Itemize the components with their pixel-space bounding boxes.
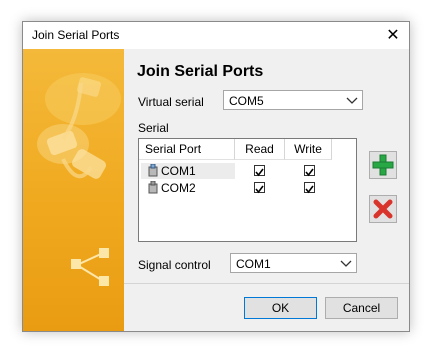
write-checkbox[interactable]: [304, 182, 315, 194]
read-checkbox[interactable]: [254, 182, 265, 194]
column-header-write[interactable]: Write: [285, 139, 332, 160]
cancel-button[interactable]: Cancel: [325, 297, 398, 319]
read-checkbox[interactable]: [254, 165, 265, 177]
virtual-serial-label: Virtual serial: [138, 95, 204, 109]
serial-port-icon: [148, 181, 158, 194]
dialog-banner: [23, 49, 124, 331]
window-title: Join Serial Ports: [32, 28, 120, 42]
virtual-serial-select[interactable]: COM5: [223, 90, 363, 110]
column-header-serial-port[interactable]: Serial Port: [139, 139, 235, 160]
ok-button[interactable]: OK: [244, 297, 317, 319]
port-name: COM2: [161, 181, 196, 195]
remove-port-button[interactable]: [369, 195, 397, 223]
write-checkbox[interactable]: [304, 165, 315, 177]
port-name: COM1: [161, 164, 196, 178]
signal-control-label: Signal control: [138, 258, 211, 272]
x-icon: [373, 199, 393, 219]
check-icon: [305, 185, 314, 194]
column-header-read[interactable]: Read: [235, 139, 285, 160]
close-icon[interactable]: ✕: [377, 22, 409, 49]
table-row[interactable]: COM1: [139, 163, 356, 179]
page-title: Join Serial Ports: [137, 63, 264, 80]
join-serial-ports-dialog: Join Serial Ports ✕ Join Serial Ports Vi…: [22, 21, 410, 332]
signal-control-value: COM1: [236, 257, 271, 271]
serial-port-list[interactable]: Serial Port Read Write COM1 COM2: [138, 138, 357, 242]
serial-group-label: Serial: [138, 121, 169, 135]
chevron-down-icon: [346, 97, 358, 104]
add-port-button[interactable]: [369, 151, 397, 179]
signal-control-select[interactable]: COM1: [230, 253, 357, 273]
chevron-down-icon: [340, 260, 352, 267]
banner-illustration: [37, 73, 121, 286]
virtual-serial-value: COM5: [229, 94, 264, 108]
table-row[interactable]: COM2: [139, 180, 356, 196]
check-icon: [255, 168, 264, 177]
divider: [124, 283, 409, 284]
title-bar: Join Serial Ports ✕: [23, 22, 409, 49]
check-icon: [305, 168, 314, 177]
serial-port-icon: [148, 164, 158, 177]
check-icon: [255, 185, 264, 194]
plus-icon: [372, 154, 394, 176]
